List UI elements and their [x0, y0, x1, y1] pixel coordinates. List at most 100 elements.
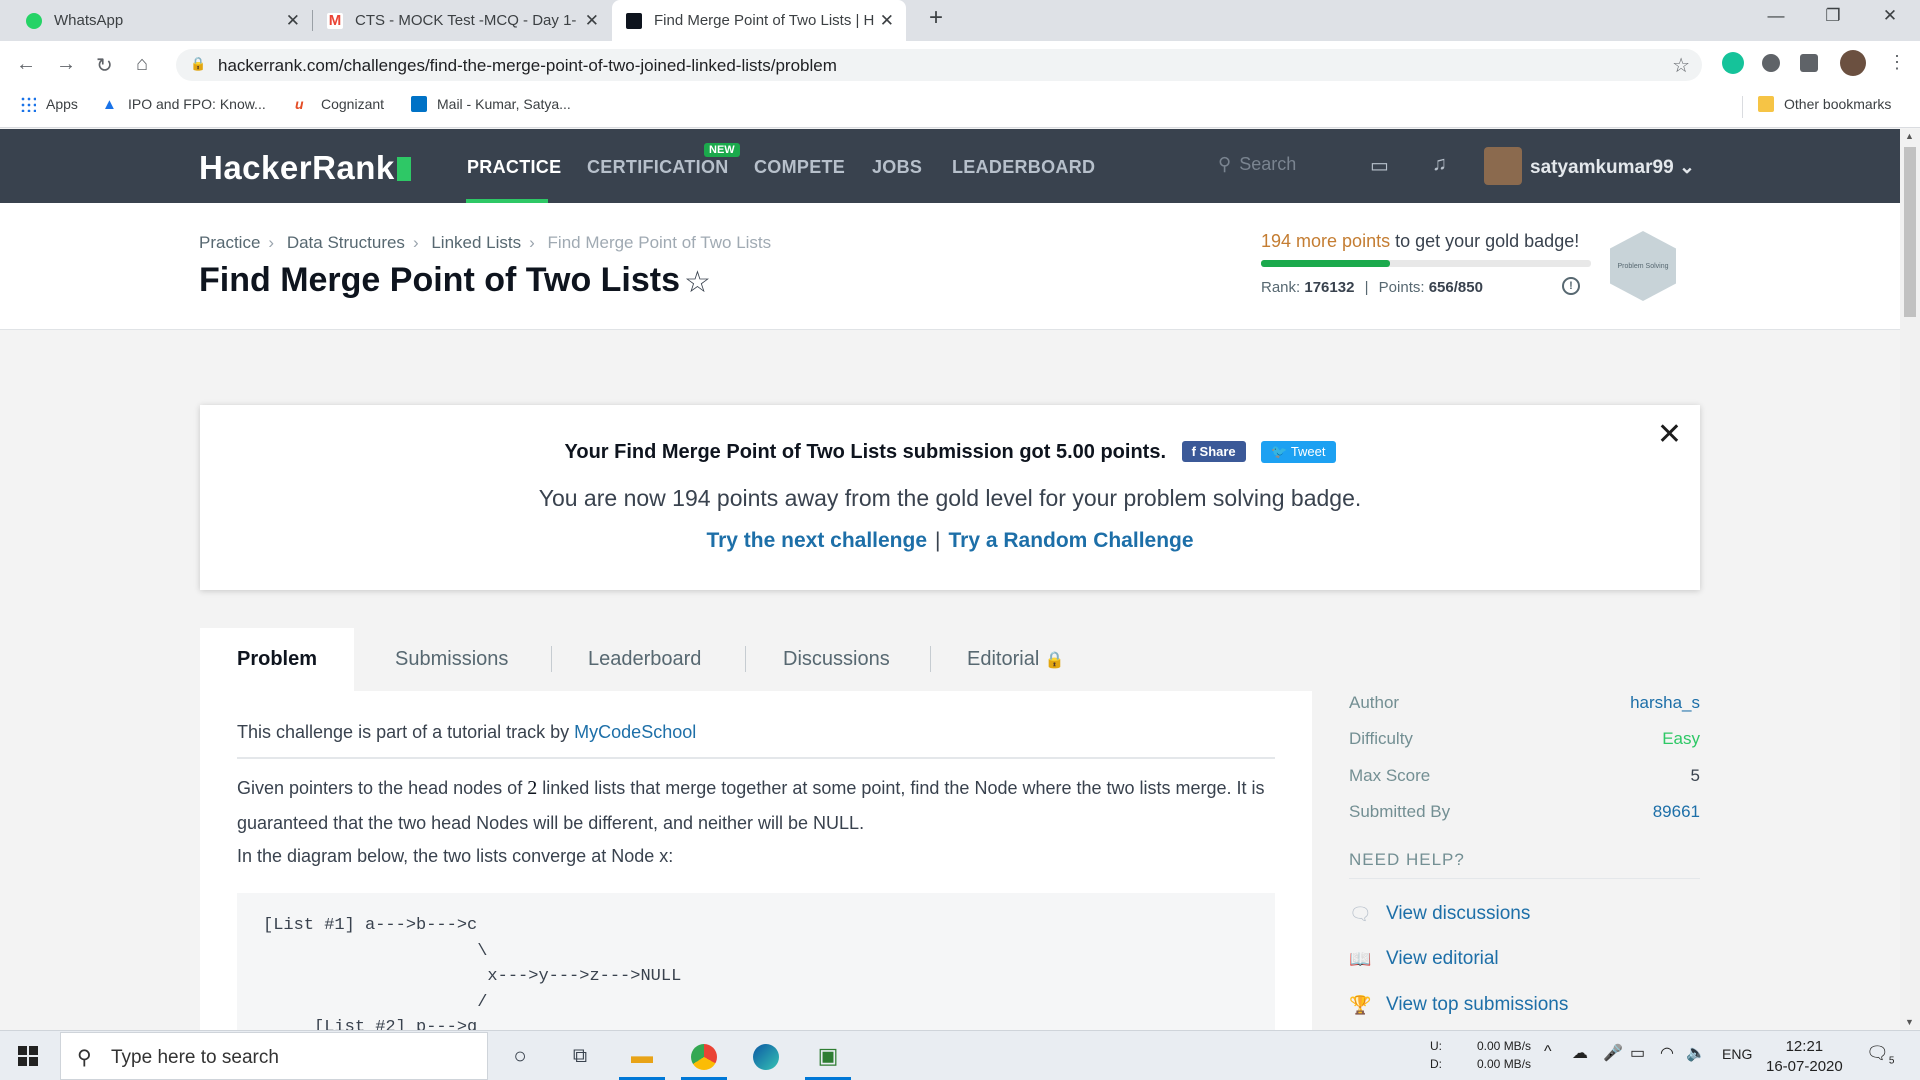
breadcrumb-practice[interactable]: Practice: [199, 233, 260, 252]
other-bookmarks[interactable]: Other bookmarks: [1758, 96, 1891, 112]
close-tab-icon[interactable]: ✕: [286, 11, 300, 31]
folder-icon: [1758, 96, 1774, 112]
close-tab-icon[interactable]: ✕: [585, 11, 599, 31]
scrollbar-thumb[interactable]: [1904, 147, 1916, 317]
header-search[interactable]: ⚲ Search: [1218, 154, 1296, 175]
submitted-by-link[interactable]: 89661: [1653, 802, 1700, 822]
back-icon[interactable]: ←: [16, 53, 36, 76]
language-indicator[interactable]: ENG: [1722, 1046, 1752, 1062]
reload-icon[interactable]: ↻: [96, 53, 113, 78]
bookmark-mail[interactable]: Mail - Kumar, Satya...: [411, 96, 571, 112]
minimize-button[interactable]: —: [1756, 6, 1796, 26]
close-tab-icon[interactable]: ✕: [880, 11, 894, 31]
task-view-icon[interactable]: ⧉: [563, 1041, 597, 1071]
divider: |: [935, 529, 941, 552]
system-clock[interactable]: 12:21 16-07-2020: [1766, 1037, 1843, 1077]
next-challenge-link[interactable]: Try the next challenge: [706, 529, 927, 552]
problem-solving-badge[interactable]: Problem Solving: [1610, 231, 1676, 301]
view-top-submissions-link[interactable]: 🏆 View top submissions: [1349, 994, 1568, 1016]
search-placeholder: Search: [1239, 154, 1297, 174]
divider: [237, 757, 1275, 759]
window-close-button[interactable]: ✕: [1870, 6, 1910, 26]
notification-center-icon[interactable]: 🗨5: [1866, 1043, 1894, 1067]
url-text[interactable]: hackerrank.com/challenges/find-the-merge…: [218, 56, 837, 76]
hackerrank-logo[interactable]: HackerRank: [199, 149, 411, 187]
forward-icon[interactable]: →: [56, 53, 76, 76]
tab-submissions[interactable]: Submissions: [395, 628, 508, 691]
extension-icon[interactable]: [1762, 54, 1780, 72]
tab-problem[interactable]: Problem: [200, 628, 355, 691]
chrome-taskbar-icon[interactable]: [687, 1041, 721, 1071]
random-challenge-link[interactable]: Try a Random Challenge: [948, 529, 1193, 552]
bookmark-ipo[interactable]: ▲ IPO and FPO: Know...: [102, 96, 266, 113]
cortana-icon[interactable]: ○: [503, 1041, 537, 1071]
link-label: View discussions: [1386, 903, 1531, 924]
need-help-heading: NEED HELP?: [1349, 850, 1465, 869]
user-avatar[interactable]: [1484, 147, 1522, 185]
bookmark-star-icon[interactable]: ☆: [1672, 53, 1690, 78]
tab-gmail[interactable]: M CTS - MOCK Test -MCQ - Day 1- ✕: [313, 0, 611, 41]
battery-icon[interactable]: ▭: [1630, 1043, 1645, 1063]
grammarly-extension-icon[interactable]: [1722, 52, 1744, 74]
paint-app-icon[interactable]: ▣: [811, 1041, 845, 1071]
messages-icon[interactable]: ▭: [1370, 153, 1389, 178]
info-icon[interactable]: !: [1562, 277, 1580, 295]
profile-avatar[interactable]: [1840, 50, 1866, 76]
nav-jobs[interactable]: JOBS: [872, 157, 922, 178]
net-up-value: 0.00 MB/s: [1477, 1039, 1532, 1053]
file-explorer-icon[interactable]: ▬: [625, 1041, 659, 1071]
ipo-icon: ▲: [102, 96, 117, 113]
taskbar-search[interactable]: ⚲ Type here to search: [60, 1032, 488, 1080]
net-up-label: U:: [1430, 1039, 1442, 1053]
author-link[interactable]: harsha_s: [1630, 693, 1700, 713]
username[interactable]: satyamkumar99 ⌄: [1530, 156, 1695, 179]
whatsapp-icon: [26, 12, 42, 29]
show-hidden-icons-chevron-icon[interactable]: ^: [1544, 1043, 1552, 1061]
extensions-puzzle-icon[interactable]: [1800, 54, 1818, 72]
nav-certification[interactable]: CERTIFICATION: [587, 157, 729, 178]
tab-editorial[interactable]: Editorial 🔒: [967, 628, 1065, 691]
wifi-icon[interactable]: ◠: [1660, 1043, 1674, 1063]
breadcrumb: Practice › Data Structures › Linked Lists ›…: [199, 233, 779, 253]
windows-start-icon[interactable]: [18, 1046, 38, 1066]
logo-square-icon: [396, 157, 411, 181]
edge-icon[interactable]: [749, 1041, 783, 1071]
home-icon[interactable]: ⌂: [136, 53, 148, 76]
view-discussions-link[interactable]: 🗨 View discussions: [1349, 903, 1530, 925]
restore-button[interactable]: ❐: [1813, 6, 1853, 26]
challenge-header: Practice › Data Structures › Linked Lists ›…: [0, 203, 1900, 330]
tab-discussions[interactable]: Discussions: [783, 628, 890, 691]
omnibox[interactable]: 🔒 hackerrank.com/challenges/find-the-mer…: [176, 49, 1702, 81]
bookmark-cognizant[interactable]: u Cognizant: [295, 96, 384, 112]
page-scrollbar[interactable]: ▲ ▼: [1900, 129, 1920, 1029]
tweet-button[interactable]: 🐦 Tweet: [1261, 441, 1336, 463]
nav-compete[interactable]: COMPETE: [754, 157, 845, 178]
notifications-bell-icon[interactable]: ♫: [1432, 153, 1447, 176]
tab-whatsapp[interactable]: WhatsApp ✕: [12, 0, 312, 41]
clock-date: 16-07-2020: [1766, 1058, 1843, 1075]
breadcrumb-linked-lists[interactable]: Linked Lists: [431, 233, 521, 252]
gold-level-message: You are now 194 points away from the gol…: [538, 485, 1362, 511]
desc-number: 2: [527, 777, 538, 799]
breadcrumb-data-structures[interactable]: Data Structures: [287, 233, 405, 252]
scroll-down-icon[interactable]: ▼: [1905, 1017, 1914, 1027]
network-speed-values: 0.00 MB/s 0.00 MB/s: [1477, 1037, 1531, 1073]
facebook-share-button[interactable]: f Share: [1181, 441, 1246, 462]
chrome-menu-icon[interactable]: ⋮: [1888, 52, 1906, 73]
new-tab-button[interactable]: +: [916, 4, 956, 32]
nav-leaderboard[interactable]: LEADERBOARD: [952, 157, 1095, 178]
scroll-up-icon[interactable]: ▲: [1905, 131, 1914, 141]
bookmark-label: Apps: [46, 96, 78, 112]
microphone-icon[interactable]: 🎤: [1603, 1043, 1623, 1063]
browser-tab-bar: WhatsApp ✕ M CTS - MOCK Test -MCQ - Day …: [0, 0, 1920, 41]
tab-leaderboard[interactable]: Leaderboard: [588, 628, 701, 691]
breadcrumb-current: Find Merge Point of Two Lists: [547, 233, 772, 252]
bookmark-apps[interactable]: Apps: [20, 96, 78, 112]
mycodeschool-link[interactable]: MyCodeSchool: [574, 722, 696, 742]
view-editorial-link[interactable]: 📖 View editorial: [1349, 948, 1499, 970]
onedrive-cloud-icon[interactable]: ☁: [1572, 1043, 1588, 1063]
bookmark-star-icon[interactable]: ☆: [684, 265, 711, 300]
tab-hackerrank[interactable]: Find Merge Point of Two Lists | H ✕: [612, 0, 906, 41]
volume-icon[interactable]: 🔈: [1686, 1043, 1706, 1063]
nav-practice[interactable]: PRACTICE: [467, 157, 561, 178]
